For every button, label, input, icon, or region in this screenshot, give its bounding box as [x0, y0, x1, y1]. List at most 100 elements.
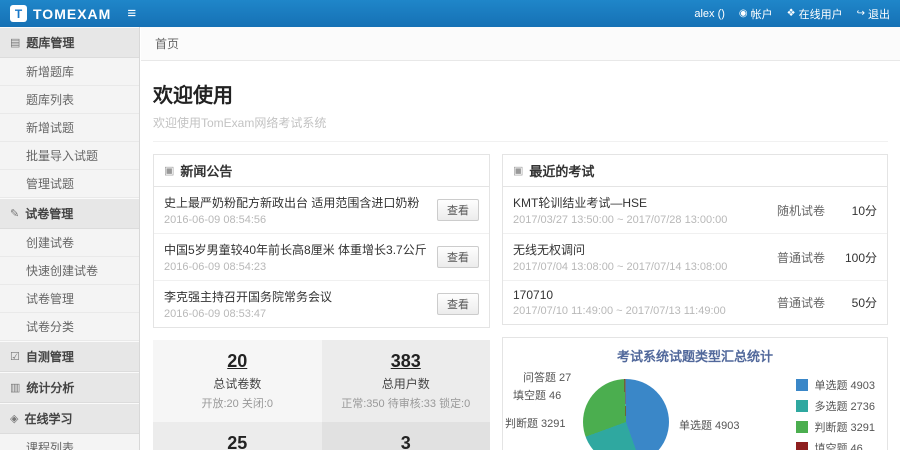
sidebar-item-new-bank[interactable]: 新增题库	[0, 58, 139, 86]
page-subtitle: 欢迎使用TomExam网络考试系统	[153, 114, 888, 142]
selftest-icon: ☑	[10, 350, 20, 363]
legend-label: 单选题 4903	[814, 377, 875, 393]
logout-link[interactable]: ↪退出	[857, 6, 890, 22]
pie-label-essay: 问答题 27	[523, 369, 571, 385]
sidebar-header-learning[interactable]: ◈ 在线学习	[0, 403, 139, 434]
sidebar-item-bank-list[interactable]: 题库列表	[0, 86, 139, 114]
sidebar-header-label: 自测管理	[26, 348, 74, 365]
news-row: 李克强主持召开国务院常务会议 2016-06-09 08:53:47 查看	[154, 281, 489, 327]
online-users-icon: ❖	[787, 8, 796, 19]
exam-period: 2017/03/27 13:50:00 ~ 2017/07/28 13:00:0…	[513, 214, 777, 226]
learning-icon: ◈	[10, 412, 18, 425]
right-column: ▣ 最近的考试 KMT轮训结业考试—HSE 2017/03/27 13:50:0…	[502, 154, 888, 450]
sidebar: ▤ 题库管理 新增题库 题库列表 新增试题 批量导入试题 管理试题 ✎ 试卷管理…	[0, 27, 140, 450]
stat-number-link[interactable]: 20	[227, 351, 247, 372]
sidebar-section-learning: ◈ 在线学习 课程列表 课程分类列表 讲师列表	[0, 403, 139, 450]
news-panel: ▣ 新闻公告 史上最严奶粉配方新政出台 适用范围含进口奶粉 2016-06-09…	[153, 154, 490, 328]
news-icon: ▣	[164, 164, 174, 177]
news-item-title[interactable]: 中国5岁男童较40年前长高8厘米 体重增长3.7公斤	[164, 241, 427, 258]
legend-swatch	[796, 400, 808, 412]
brand-title: TOMEXAM	[33, 6, 111, 22]
legend-item-single-choice[interactable]: 单选题 4903	[796, 377, 875, 393]
user-link[interactable]: alex ()	[694, 8, 725, 20]
sidebar-item-new-question[interactable]: 新增试题	[0, 114, 139, 142]
stat-number-link[interactable]: 383	[391, 351, 421, 372]
online-users-label: 在线用户	[799, 6, 843, 22]
stat-total-users: 383 总用户数 正常:350 待审核:33 锁定:0	[322, 340, 491, 422]
exam-score: 50分	[835, 294, 877, 311]
legend-item-multi-choice[interactable]: 多选题 2736	[796, 398, 875, 414]
sidebar-header-label: 统计分析	[26, 379, 74, 396]
topbar: T TOMEXAM ≡ alex () ◉帐户 ❖在线用户 ↪退出	[0, 0, 900, 27]
exam-name: 无线无权调问	[513, 241, 777, 258]
exam-period: 2017/07/10 11:49:00 ~ 2017/07/13 11:49:0…	[513, 305, 777, 317]
stat-number-link[interactable]: 3	[401, 433, 411, 450]
recent-exams-title: 最近的考试	[529, 161, 594, 180]
sidebar-header-statistics[interactable]: ▥ 统计分析	[0, 372, 139, 403]
page-title: 欢迎使用	[153, 79, 888, 108]
account-icon: ◉	[739, 8, 748, 19]
stat-detail: 开放:20 关闭:0	[159, 395, 316, 411]
sidebar-header-paper[interactable]: ✎ 试卷管理	[0, 198, 139, 229]
exam-row: KMT轮训结业考试—HSE 2017/03/27 13:50:00 ~ 2017…	[503, 187, 887, 234]
chart-title: 考试系统试题类型汇总统计	[503, 346, 887, 365]
question-type-chart-panel: 考试系统试题类型汇总统计 问答题 27 填空题 46 判断题 3291 单选题 …	[502, 337, 888, 450]
stat-number-link[interactable]: 25	[227, 433, 247, 450]
legend-swatch	[796, 421, 808, 433]
pie-label-fill-blank: 填空题 46	[513, 387, 561, 403]
stat-total-banks: 25 总题库数 开放:24 关闭:1	[153, 422, 322, 450]
pie-label-single-choice: 单选题 4903	[679, 417, 740, 433]
sidebar-item-paper-category[interactable]: 试卷分类	[0, 313, 139, 341]
news-item-title[interactable]: 史上最严奶粉配方新政出台 适用范围含进口奶粉	[164, 194, 419, 211]
news-item-date: 2016-06-09 08:53:47	[164, 308, 332, 320]
legend-item-fill-blank[interactable]: 填空题 46	[796, 440, 875, 450]
legend-label: 多选题 2736	[814, 398, 875, 414]
exam-score: 10分	[835, 202, 877, 219]
sidebar-item-create-paper[interactable]: 创建试卷	[0, 229, 139, 257]
pie-chart[interactable]	[583, 379, 669, 450]
sidebar-section-statistics: ▥ 统计分析	[0, 372, 139, 403]
news-row: 史上最严奶粉配方新政出台 适用范围含进口奶粉 2016-06-09 08:54:…	[154, 187, 489, 234]
sidebar-item-manage-questions[interactable]: 管理试题	[0, 170, 139, 198]
chart-area: 问答题 27 填空题 46 判断题 3291 单选题 4903 多选题 2736…	[503, 367, 887, 450]
sidebar-item-quick-create-paper[interactable]: 快速创建试卷	[0, 257, 139, 285]
view-news-button[interactable]: 查看	[437, 246, 479, 268]
exam-type: 普通试卷	[777, 294, 835, 311]
news-panel-title: 新闻公告	[180, 161, 232, 180]
logout-icon: ↪	[857, 8, 865, 19]
view-news-button[interactable]: 查看	[437, 293, 479, 315]
legend-swatch	[796, 379, 808, 391]
news-item-date: 2016-06-09 08:54:56	[164, 214, 419, 226]
menu-toggle-icon[interactable]: ≡	[127, 5, 136, 22]
sidebar-item-import-questions[interactable]: 批量导入试题	[0, 142, 139, 170]
stat-total-papers: 20 总试卷数 开放:20 关闭:0	[153, 340, 322, 422]
sidebar-header-question-bank[interactable]: ▤ 题库管理	[0, 27, 139, 58]
chart-legend: 单选题 4903 多选题 2736 判断题 3291	[796, 377, 875, 450]
sidebar-item-course-list[interactable]: 课程列表	[0, 434, 139, 450]
legend-item-true-false[interactable]: 判断题 3291	[796, 419, 875, 435]
legend-label: 判断题 3291	[814, 419, 875, 435]
stat-label: 总试卷数	[159, 375, 316, 392]
sidebar-section-question-bank: ▤ 题库管理 新增题库 题库列表 新增试题 批量导入试题 管理试题	[0, 27, 139, 198]
exams-icon: ▣	[513, 164, 523, 177]
paper-icon: ✎	[10, 207, 19, 220]
exam-name: KMT轮训结业考试—HSE	[513, 194, 777, 211]
news-item-title[interactable]: 李克强主持召开国务院常务会议	[164, 288, 332, 305]
sidebar-header-selftest[interactable]: ☑ 自测管理	[0, 341, 139, 372]
sidebar-section-paper: ✎ 试卷管理 创建试卷 快速创建试卷 试卷管理 试卷分类	[0, 198, 139, 341]
view-news-button[interactable]: 查看	[437, 199, 479, 221]
breadcrumb-home-link[interactable]: 首页	[155, 37, 179, 51]
exam-type: 普通试卷	[777, 249, 835, 266]
news-panel-header: ▣ 新闻公告	[154, 155, 489, 187]
stat-label: 总用户数	[328, 375, 485, 392]
exam-type: 随机试卷	[777, 202, 835, 219]
online-users-link[interactable]: ❖在线用户	[787, 6, 843, 22]
sidebar-item-paper-manage[interactable]: 试卷管理	[0, 285, 139, 313]
exam-name: 170710	[513, 288, 777, 302]
statistics-icon: ▥	[10, 381, 20, 394]
account-link[interactable]: ◉帐户	[739, 6, 773, 22]
left-column: ▣ 新闻公告 史上最严奶粉配方新政出台 适用范围含进口奶粉 2016-06-09…	[153, 154, 490, 450]
stats-grid: 20 总试卷数 开放:20 关闭:0 383 总用户数 正常:350 待审核:3…	[153, 340, 490, 450]
sidebar-header-label: 试卷管理	[25, 205, 73, 222]
logo-letter: T	[15, 7, 22, 21]
